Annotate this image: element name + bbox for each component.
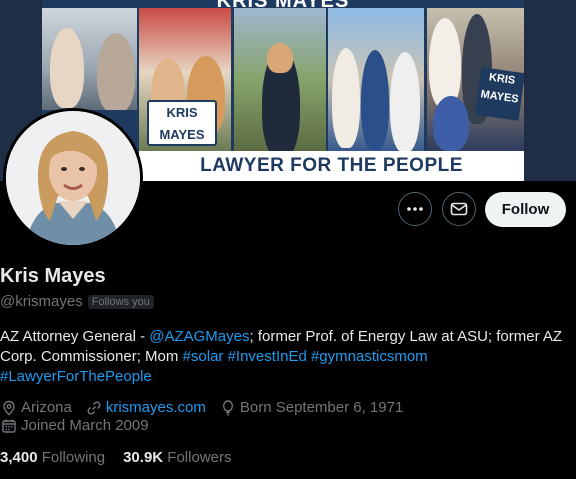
more-options-button[interactable] (398, 192, 432, 226)
calendar-icon (2, 419, 16, 433)
follows-you-badge: Follows you (87, 294, 154, 309)
following-label: Following (41, 449, 106, 466)
message-button[interactable] (442, 192, 476, 226)
location-text: Arizona (21, 399, 72, 416)
profile-meta: Arizona krismayes.com Born September 6, … (1, 399, 417, 416)
following-stat[interactable]: 3,400 Following (0, 449, 105, 466)
location-item: Arizona (1, 399, 72, 416)
hashtag-investined[interactable]: #InvestInEd (228, 348, 307, 365)
website-link[interactable]: krismayes.com (106, 399, 206, 416)
follow-button[interactable]: Follow (485, 192, 566, 227)
bio-prefix: AZ Attorney General - (0, 328, 150, 345)
profile-bio: AZ Attorney General - @AZAGMayes; former… (0, 327, 576, 387)
joined-row: Joined March 2009 (1, 417, 163, 434)
location-pin-icon (3, 400, 15, 415)
banner-photo-3 (234, 8, 326, 151)
campaign-sign-small: KRIS MAYES (474, 67, 524, 121)
hashtag-lawyerforthepeople[interactable]: #LawyerForThePeople (0, 368, 152, 385)
joined-text: Joined March 2009 (21, 417, 149, 434)
banner-tagline: LAWYER FOR THE PEOPLE (139, 151, 524, 181)
avatar-portrait (6, 111, 140, 245)
handle-row: @krismayes Follows you (0, 293, 154, 310)
hashtag-gymnasticsmom[interactable]: #gymnasticsmom (311, 348, 428, 365)
balloon-icon (222, 399, 233, 416)
birthday-item: Born September 6, 1971 (220, 399, 403, 416)
birthday-text: Born September 6, 1971 (239, 399, 404, 416)
followers-count: 30.9K (123, 449, 164, 466)
profile-handle: @krismayes (0, 293, 83, 310)
follow-stats: 3,400 Following 30.9K Followers (0, 449, 231, 466)
followers-label: Followers (167, 449, 232, 466)
followers-stat[interactable]: 30.9K Followers (123, 449, 231, 466)
avatar[interactable] (3, 108, 143, 248)
website-item[interactable]: krismayes.com (86, 399, 206, 416)
bio-mention-link[interactable]: @AZAGMayes (149, 328, 249, 345)
link-icon (87, 400, 101, 415)
hashtag-solar[interactable]: #solar (183, 348, 224, 365)
campaign-sign: KRIS MAYES (147, 100, 217, 146)
banner-photo-4 (328, 8, 424, 151)
profile-name: Kris Mayes (0, 265, 106, 287)
ellipsis-icon (407, 207, 423, 211)
joined-item: Joined March 2009 (1, 417, 149, 434)
following-count: 3,400 (0, 449, 38, 466)
envelope-icon (450, 202, 468, 216)
banner-photo-1 (42, 8, 137, 110)
